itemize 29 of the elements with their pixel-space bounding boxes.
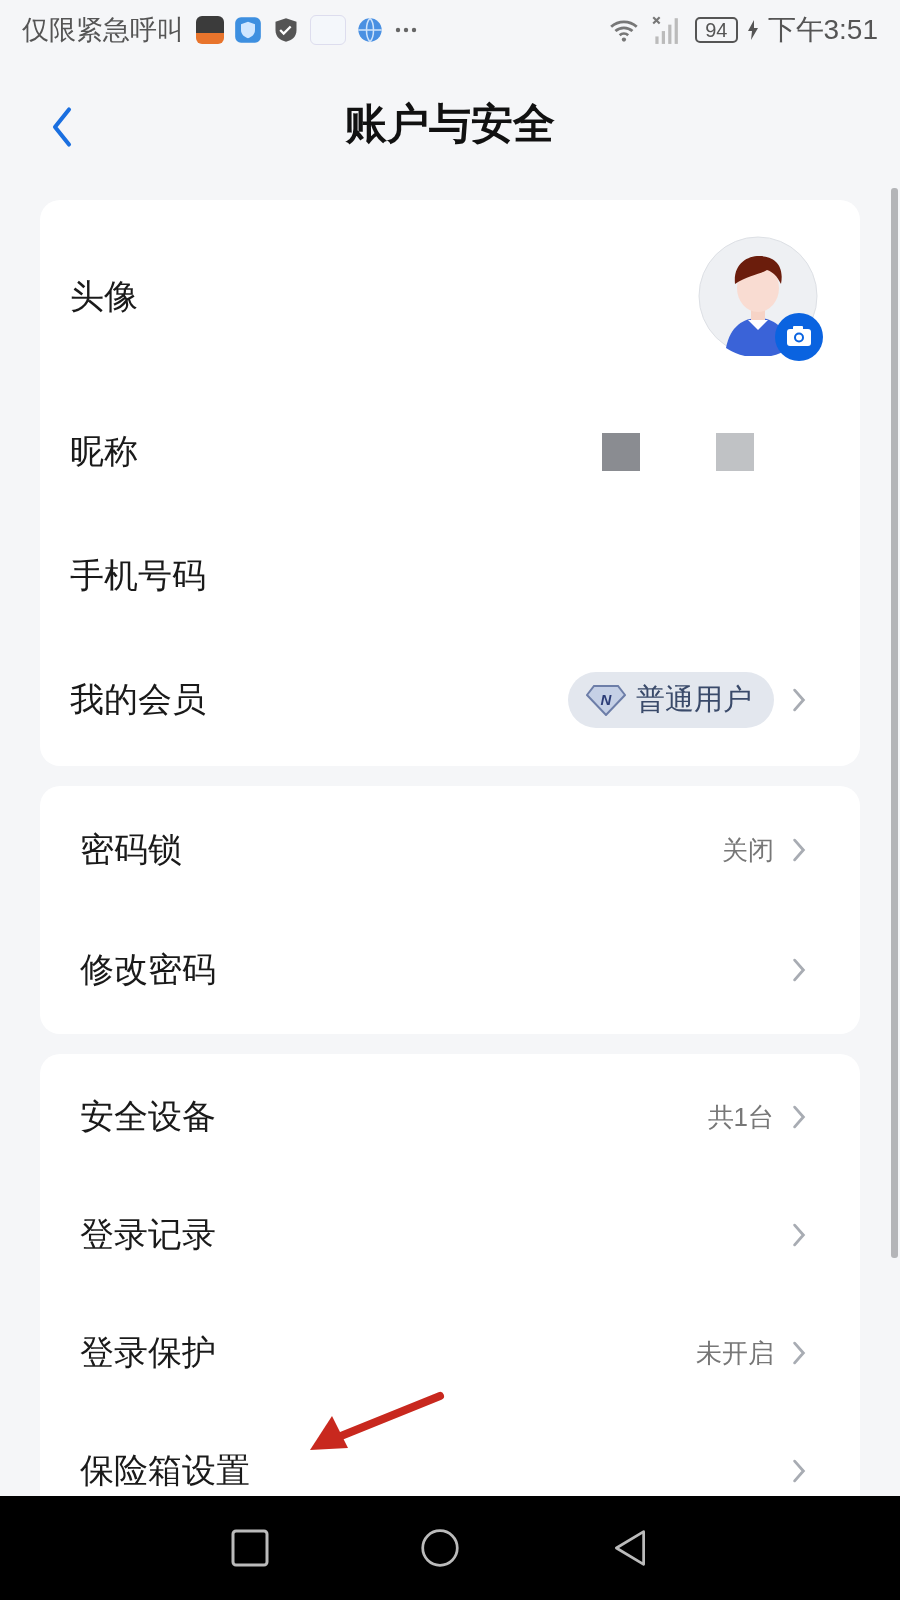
app-icon — [310, 15, 346, 45]
row-value: 关闭 — [722, 833, 774, 867]
back-button[interactable] — [50, 106, 74, 148]
page-title: 账户与安全 — [345, 99, 555, 149]
row-value: 未开启 — [696, 1336, 774, 1370]
shield-icon — [234, 16, 262, 44]
clock-time: 下午3:51 — [767, 13, 878, 47]
row-label[interactable]: 头像 — [70, 274, 138, 320]
globe-icon — [356, 16, 384, 44]
signal-icon — [651, 15, 680, 45]
row-label[interactable]: 手机号码 — [70, 553, 206, 599]
row-label[interactable]: 登录记录 — [80, 1212, 216, 1258]
app-icon — [196, 16, 224, 44]
carrier-text: 仅限紧急呼叫 — [22, 14, 184, 47]
home-button[interactable] — [420, 1528, 460, 1568]
row-label[interactable]: 我的会员 — [70, 677, 206, 723]
row-label[interactable]: 修改密码 — [80, 947, 216, 993]
charging-icon — [747, 20, 758, 40]
row-value: 共1台 — [707, 1100, 774, 1134]
row-label[interactable]: 昵称 — [70, 429, 138, 475]
membership-badge[interactable]: N 普通用户 — [568, 672, 774, 728]
camera-icon[interactable] — [774, 312, 824, 362]
row-label[interactable]: 登录保护 — [80, 1330, 216, 1376]
more-icon — [394, 26, 418, 34]
recent-apps-button[interactable] — [230, 1528, 270, 1568]
row-label[interactable]: 保险箱设置 — [80, 1448, 250, 1494]
row-label[interactable]: 安全设备 — [80, 1094, 216, 1140]
battery-indicator: 94 — [695, 17, 738, 43]
row-label[interactable]: 密码锁 — [80, 827, 182, 873]
